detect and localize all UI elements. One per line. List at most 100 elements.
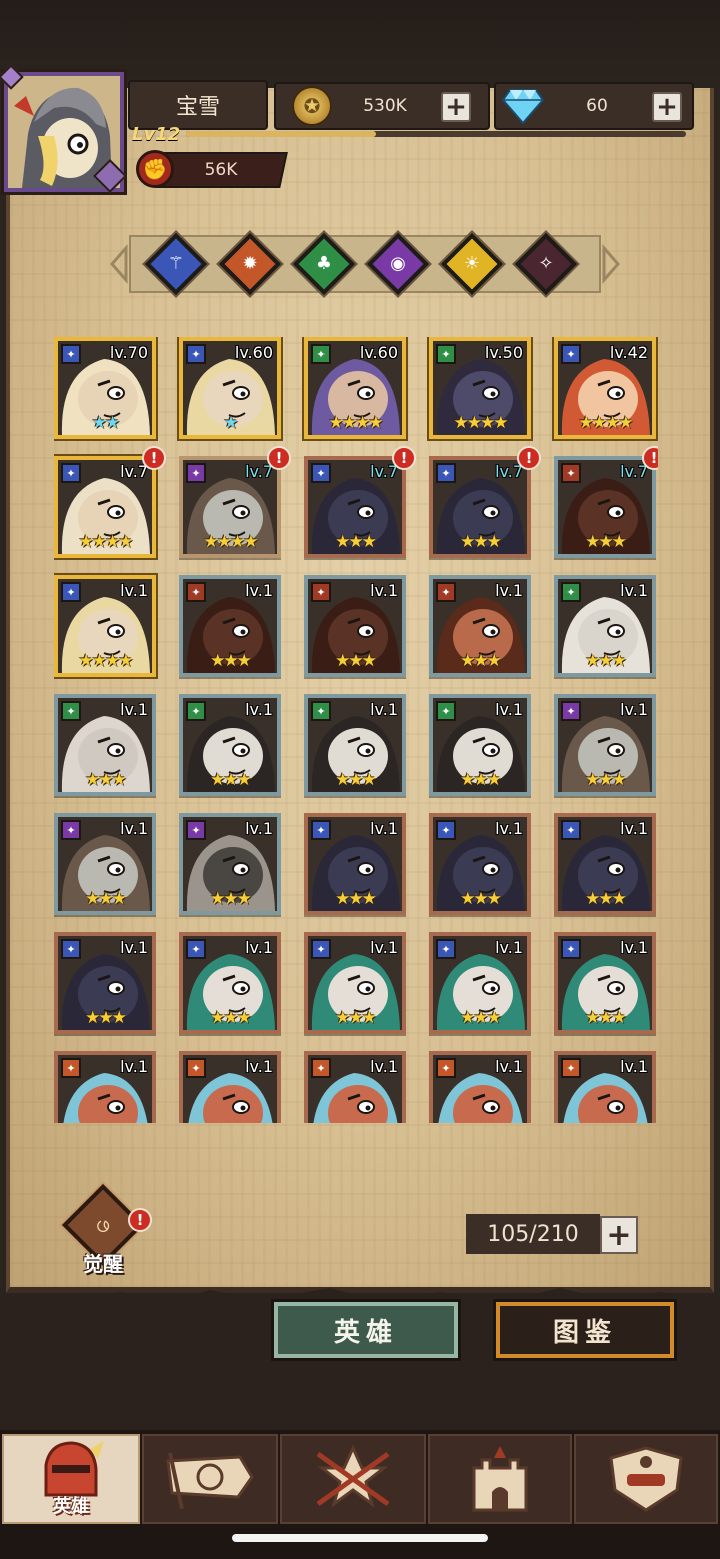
hero-stars: ★★★ [585, 1008, 627, 1028]
hero-card[interactable]: ✦ lv.1 ★★★ [429, 932, 531, 1034]
expand-capacity-button[interactable]: + [600, 1216, 638, 1254]
hero-card[interactable]: ✦ lv.7 ★★★! [304, 446, 416, 558]
hero-card[interactable]: ✦ lv.1 ★★★ [429, 694, 531, 796]
hero-card[interactable]: ✦ lv.1 [554, 1051, 656, 1123]
hero-level: lv.1 [245, 819, 273, 838]
hero-card[interactable]: ✦ lv.1 ★★★ [54, 932, 156, 1034]
hero-card[interactable]: ✦ lv.7 ★★★! [554, 446, 658, 558]
hero-class-icon: ✦ [61, 344, 81, 364]
hero-card[interactable]: ✦ lv.1 ★★★ [54, 694, 156, 796]
crossed-swords-icon [316, 1444, 390, 1508]
hero-card[interactable]: ✦ lv.7 ★★★! [429, 446, 541, 558]
hero-class-icon: ✦ [186, 1058, 206, 1078]
hero-stars: ★★ [91, 413, 120, 433]
hero-stars: ★★★★ [78, 532, 134, 552]
hero-card[interactable]: ✦ lv.1 ★★★ [179, 932, 281, 1034]
tab-codex[interactable]: 图鉴 [496, 1302, 674, 1358]
hero-level: lv.1 [620, 1057, 648, 1076]
hero-card[interactable]: ✦ lv.50 ★★★★ [429, 337, 531, 439]
hero-class-icon: ✦ [436, 344, 456, 364]
hero-card[interactable]: ✦ lv.1 [54, 1051, 156, 1123]
nav-battle[interactable] [280, 1434, 426, 1524]
hero-card[interactable]: ✦ lv.1 ★★★ [429, 813, 531, 915]
hero-alert-badge: ! [517, 446, 541, 470]
xp-progress-fill [186, 131, 376, 137]
hero-level: lv.70 [109, 343, 148, 362]
hero-card[interactable]: ✦ lv.1 ★★★ [554, 813, 656, 915]
hero-class-icon: ✦ [61, 1058, 81, 1078]
hero-card[interactable]: ✦ lv.1 ★★★ [54, 813, 156, 915]
hero-stars: ★★★ [335, 651, 377, 671]
hero-alert-badge: ! [392, 446, 416, 470]
hero-level: lv.1 [495, 819, 523, 838]
hero-card[interactable]: ✦ lv.1 ★★★ [554, 694, 656, 796]
hero-card[interactable]: ✦ lv.1 ★★★ [429, 575, 531, 677]
hero-level: lv.1 [120, 1057, 148, 1076]
hero-level: lv.1 [620, 700, 648, 719]
hero-alert-badge: ! [142, 446, 166, 470]
tab-heroes[interactable]: 英雄 [274, 1302, 458, 1358]
hero-card[interactable]: ✦ lv.7 ★★★★! [54, 446, 166, 558]
hero-class-icon: ✦ [311, 344, 331, 364]
hero-class-icon: ✦ [561, 820, 581, 840]
hero-level: lv.1 [370, 581, 398, 600]
hero-level: lv.1 [495, 700, 523, 719]
hero-card[interactable]: ✦ lv.1 [304, 1051, 406, 1123]
hero-class-icon: ✦ [436, 820, 456, 840]
hero-card[interactable]: ✦ lv.1 ★★★ [304, 575, 406, 677]
hero-card[interactable]: ✦ lv.70 ★★ [54, 337, 156, 439]
hero-class-icon: ✦ [311, 820, 331, 840]
hero-class-icon: ✦ [61, 582, 81, 602]
awaken-button[interactable]: ဖ 觉醒 ! [58, 1183, 152, 1278]
hero-card[interactable]: ✦ lv.1 ★★★ [304, 932, 406, 1034]
filter-class-4-icon: ◉ [390, 253, 406, 274]
hero-stars: ★★★★ [453, 413, 509, 433]
nav-guild[interactable] [142, 1434, 278, 1524]
hero-stars: ★★★ [460, 532, 502, 552]
hero-class-icon: ✦ [186, 582, 206, 602]
hero-card[interactable]: ✦ lv.1 [179, 1051, 281, 1123]
hero-stars: ★★★ [85, 889, 127, 909]
nav-heroes[interactable]: 英雄 [2, 1434, 140, 1524]
hero-level: lv.1 [620, 581, 648, 600]
hero-card[interactable]: ✦ lv.60 ★ [179, 337, 281, 439]
hero-stars: ★★★★ [578, 413, 634, 433]
hero-stars: ★★★★ [203, 532, 259, 552]
combat-power-value: 56K [204, 160, 238, 180]
hero-level: lv.42 [609, 343, 648, 362]
hero-card[interactable]: ✦ lv.1 ★★★ [179, 813, 281, 915]
hero-card[interactable]: ✦ lv.1 ★★★ [304, 694, 406, 796]
hero-stars: ★★★ [585, 651, 627, 671]
hero-card[interactable]: ✦ lv.1 ★★★ [179, 575, 281, 677]
hero-level: lv.1 [120, 581, 148, 600]
add-gold-button[interactable]: + [441, 92, 471, 122]
hero-card[interactable]: ✦ lv.42 ★★★★ [554, 337, 656, 439]
hero-level: lv.50 [484, 343, 523, 362]
hero-card[interactable]: ✦ lv.1 ★★★ [554, 575, 656, 677]
hero-stars: ★★★ [85, 770, 127, 790]
hero-class-icon: ✦ [561, 701, 581, 721]
hero-card[interactable]: ✦ lv.1 ★★★ [554, 932, 656, 1034]
hero-level: lv.60 [359, 343, 398, 362]
game-screen: 宝雪 Lv12 ✊ 56K ✪ 530K + 60 + ⚚ ✹ ♣ ◉ ☀ ✧ ✦ lv.7… [0, 0, 720, 1559]
hero-stars: ★★★ [85, 1008, 127, 1028]
hero-card[interactable]: ✦ lv.1 [429, 1051, 531, 1123]
player-level: Lv12 [132, 124, 181, 145]
diamond-icon [502, 89, 544, 124]
hero-card[interactable]: ✦ lv.60 ★★★★ [304, 337, 406, 439]
nav-alliance[interactable] [574, 1434, 718, 1524]
add-gems-button[interactable]: + [652, 92, 682, 122]
hero-stars: ★★★ [210, 1008, 252, 1028]
hero-class-icon: ✦ [61, 939, 81, 959]
gem-amount: 60 [586, 96, 608, 116]
hero-class-icon: ✦ [311, 1058, 331, 1078]
hero-card[interactable]: ✦ lv.1 ★★★ [179, 694, 281, 796]
hero-card[interactable]: ✦ lv.1 ★★★★ [54, 575, 156, 677]
hero-class-icon: ✦ [561, 344, 581, 364]
hero-card[interactable]: ✦ lv.7 ★★★★! [179, 446, 291, 558]
hero-class-icon: ✦ [186, 701, 206, 721]
hero-card[interactable]: ✦ lv.1 ★★★ [304, 813, 406, 915]
hero-stars: ★ [223, 413, 238, 433]
knight-helmet-icon [44, 1440, 104, 1497]
nav-castle[interactable] [428, 1434, 572, 1524]
